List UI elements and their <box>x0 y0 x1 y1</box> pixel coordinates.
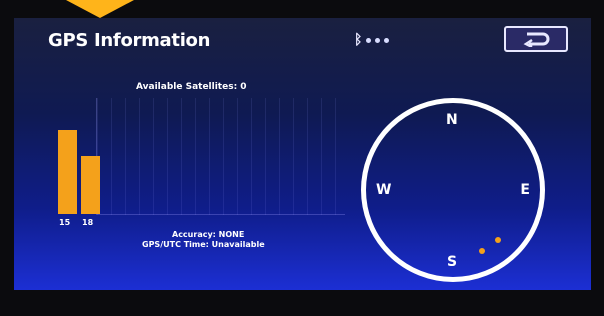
satellite-signal-chart <box>96 98 345 215</box>
satellite-id-label: 18 <box>82 218 94 227</box>
signal-dot <box>384 37 390 43</box>
highlight-arrow <box>66 0 134 18</box>
satellite-bar-18 <box>81 156 100 214</box>
page-title: GPS Information <box>48 30 211 51</box>
compass-east: E <box>520 182 530 198</box>
satellite-position-dot <box>495 237 501 243</box>
back-arrow-icon <box>523 32 550 47</box>
satellite-position-dot <box>479 248 485 254</box>
compass-south: S <box>447 254 458 270</box>
signal-dot <box>375 37 381 43</box>
signal-dot <box>366 37 372 43</box>
satellite-bar-15 <box>58 130 77 214</box>
gps-screen: GPS Information ᛒ Available Satellites: … <box>14 18 591 290</box>
bluetooth-icon: ᛒ <box>354 32 363 48</box>
compass-west: W <box>376 182 392 198</box>
accuracy-text: Accuracy: NONE <box>172 230 245 239</box>
compass-north: N <box>446 112 458 128</box>
compass: N E S W <box>361 98 545 282</box>
back-button[interactable] <box>504 26 568 52</box>
available-satellites-label: Available Satellites: 0 <box>136 82 247 92</box>
bluetooth-status: ᛒ <box>354 32 390 48</box>
satellite-id-label: 15 <box>59 218 71 227</box>
gps-utc-time-text: GPS/UTC Time: Unavailable <box>142 240 265 249</box>
